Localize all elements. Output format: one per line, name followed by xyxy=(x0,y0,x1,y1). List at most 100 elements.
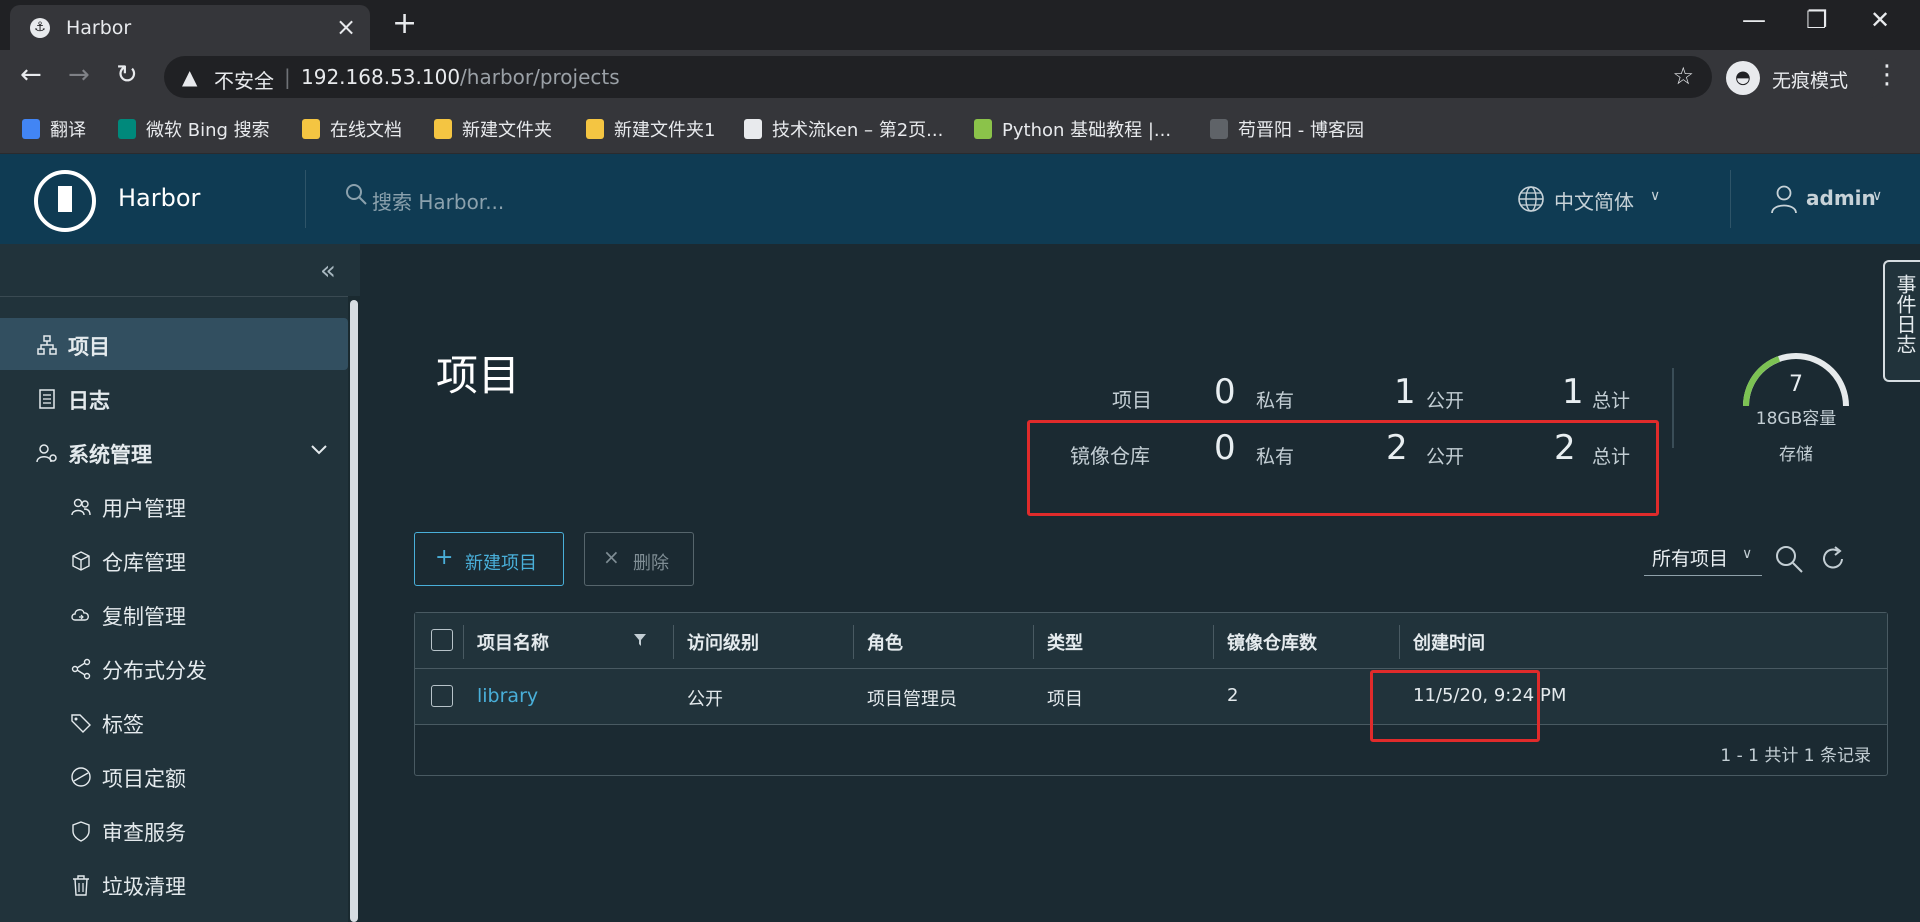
bookmark-item[interactable]: 技术流ken – 第2页... xyxy=(744,116,943,142)
bookmark-icon xyxy=(744,119,762,139)
sidebar-item-logs[interactable]: 日志 xyxy=(0,372,348,424)
new-project-button[interactable]: + 新建项目 xyxy=(414,532,564,586)
bookmark-icon xyxy=(302,119,320,139)
search-input[interactable]: 搜索 Harbor... xyxy=(372,186,504,215)
harbor-logo-icon[interactable] xyxy=(34,170,96,232)
filter-icon[interactable] xyxy=(633,633,647,647)
refresh-icon[interactable] xyxy=(1818,544,1848,574)
reload-icon[interactable]: ↻ xyxy=(116,60,138,90)
event-log-label: 事件日志 xyxy=(1893,274,1917,354)
bookmark-icon xyxy=(586,119,604,139)
bookmark-item[interactable]: 在线文档 xyxy=(302,116,402,142)
sidebar-item-projects[interactable]: 项目 xyxy=(0,318,348,370)
sidebar-item-label: 分布式分发 xyxy=(102,659,207,683)
storage-value: 7 xyxy=(1789,372,1803,397)
logs-icon xyxy=(39,389,55,409)
users-icon xyxy=(71,498,91,516)
language-selector[interactable]: 中文简体 xyxy=(1554,186,1634,215)
sidebar-scrollbar-thumb[interactable] xyxy=(350,300,358,922)
column-header-type[interactable]: 类型 xyxy=(1047,629,1083,655)
user-chevron-down-icon[interactable]: ∨ xyxy=(1872,188,1882,204)
summary-label-projects: 项目 xyxy=(1112,388,1152,412)
sidebar: « 项目 日志 系统管理 用户管理 仓库管理 复制管理 分布式分发 标签 项目定… xyxy=(0,244,360,922)
column-header-access[interactable]: 访问级别 xyxy=(687,629,759,655)
project-filter-select[interactable]: 所有项目 ∨ xyxy=(1644,542,1762,576)
new-tab-icon[interactable]: + xyxy=(392,6,417,41)
column-header-role[interactable]: 角色 xyxy=(867,629,903,655)
restore-icon[interactable]: ❐ xyxy=(1806,6,1828,34)
pagination-summary: 1 - 1 共计 1 条记录 xyxy=(1720,746,1871,766)
table-row[interactable]: library 公开 项目管理员 项目 2 11/5/20, 9:24 PM xyxy=(415,669,1887,725)
bookmark-icon xyxy=(434,119,452,139)
sidebar-item-distribution[interactable]: 分布式分发 xyxy=(0,642,348,694)
browser-menu-icon[interactable]: ⋮ xyxy=(1874,60,1900,90)
row-checkbox[interactable] xyxy=(431,685,453,707)
bookmark-item[interactable]: 新建文件夹 xyxy=(434,116,552,142)
globe-icon[interactable] xyxy=(1516,184,1546,214)
address-bar[interactable]: ▲ 不安全 | 192.168.53.100/harbor/projects ☆ xyxy=(164,56,1712,98)
sidebar-item-quotas[interactable]: 项目定额 xyxy=(0,750,348,802)
search-icon[interactable] xyxy=(344,182,368,206)
tab-close-icon[interactable]: × xyxy=(336,13,356,41)
repo-count-highlight-box xyxy=(1370,670,1540,742)
sidebar-item-label: 复制管理 xyxy=(102,605,186,629)
collapse-sidebar-icon[interactable]: « xyxy=(320,256,336,286)
repo-count-cell: 2 xyxy=(1227,685,1239,706)
sidebar-item-admin[interactable]: 系统管理 xyxy=(0,426,348,478)
bookmark-item[interactable]: 新建文件夹1 xyxy=(586,116,715,142)
select-all-checkbox[interactable] xyxy=(431,629,453,651)
page-title: 项目 xyxy=(436,351,521,400)
sidebar-item-scanners[interactable]: 审查服务 xyxy=(0,804,348,856)
sidebar-divider xyxy=(0,296,350,297)
project-filter-value: 所有项目 xyxy=(1652,548,1729,570)
user-menu[interactable]: admin xyxy=(1806,186,1876,210)
sidebar-item-label: 标签 xyxy=(102,713,144,737)
forward-icon[interactable]: → xyxy=(68,60,90,90)
tag-icon xyxy=(71,714,91,733)
sidebar-item-replication[interactable]: 复制管理 xyxy=(0,588,348,640)
sidebar-item-gc[interactable]: 垃圾清理 xyxy=(0,858,348,910)
header-divider xyxy=(305,170,306,228)
incognito-badge[interactable]: ◓ 无痕模式 xyxy=(1724,58,1888,98)
window-close-icon[interactable]: ✕ xyxy=(1870,6,1890,34)
delete-button[interactable]: × 删除 xyxy=(584,532,694,586)
chevron-down-icon[interactable]: ∨ xyxy=(1650,188,1660,204)
new-project-label: 新建项目 xyxy=(465,553,537,574)
sidebar-item-label: 审查服务 xyxy=(102,821,186,845)
event-log-tab[interactable]: 事件日志 xyxy=(1883,260,1920,382)
brand-name[interactable]: Harbor xyxy=(118,184,200,212)
bookmark-label: 在线文档 xyxy=(330,120,402,141)
column-header-name[interactable]: 项目名称 xyxy=(477,629,549,655)
bookmarks-bar: 翻译 微软 Bing 搜索 在线文档 新建文件夹 新建文件夹1 技术流ken – 第2页.… xyxy=(0,104,1920,154)
warning-icon[interactable]: ▲ xyxy=(182,65,197,89)
column-header-repo-count[interactable]: 镜像仓库数 xyxy=(1227,629,1317,655)
bookmark-icon xyxy=(22,119,40,139)
sidebar-item-label: 项目定额 xyxy=(102,767,186,791)
bookmark-item[interactable]: Python 基础教程 |... xyxy=(974,116,1171,142)
sidebar-item-labels[interactable]: 标签 xyxy=(0,696,348,748)
insecure-label[interactable]: 不安全 xyxy=(214,65,274,94)
bookmark-label: 新建文件夹1 xyxy=(614,120,716,141)
address-separator: | xyxy=(284,65,291,89)
search-icon[interactable] xyxy=(1774,544,1804,574)
user-icon[interactable] xyxy=(1770,184,1798,214)
bookmark-item[interactable]: 翻译 xyxy=(22,116,86,142)
bookmark-item[interactable]: 苟晋阳 - 博客园 xyxy=(1210,116,1364,142)
minimize-icon[interactable]: — xyxy=(1742,6,1766,34)
project-name-link[interactable]: library xyxy=(477,685,538,707)
sidebar-item-registries[interactable]: 仓库管理 xyxy=(0,534,348,586)
type-cell: 项目 xyxy=(1047,689,1083,710)
browser-tab[interactable]: ⚓ Harbor × xyxy=(10,5,370,50)
shield-icon xyxy=(72,821,90,842)
plus-icon: + xyxy=(435,545,454,570)
bookmark-item[interactable]: 微软 Bing 搜索 xyxy=(118,116,270,142)
column-divider xyxy=(1033,625,1034,659)
column-header-created[interactable]: 创建时间 xyxy=(1413,629,1485,655)
chevron-down-icon[interactable] xyxy=(310,440,328,458)
sidebar-item-users[interactable]: 用户管理 xyxy=(0,480,348,532)
back-icon[interactable]: ← xyxy=(20,60,42,90)
sidebar-item-label: 仓库管理 xyxy=(102,551,186,575)
browser-toolbar: ← → ↻ ▲ 不安全 | 192.168.53.100/harbor/proj… xyxy=(0,50,1920,104)
bookmark-star-icon[interactable]: ☆ xyxy=(1672,62,1694,90)
url-text[interactable]: 192.168.53.100/harbor/projects xyxy=(301,65,620,89)
